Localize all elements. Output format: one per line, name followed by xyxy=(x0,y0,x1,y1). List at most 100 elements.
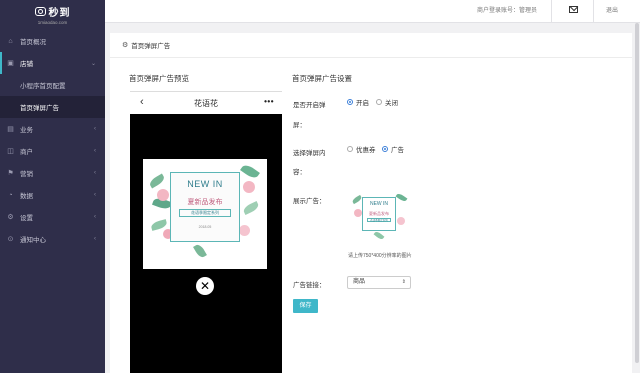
sidebar-item-label: 设置 xyxy=(20,215,33,222)
radio-dot[interactable] xyxy=(347,99,353,105)
topbar: 商户登录账号：管理员 退出 xyxy=(105,0,640,23)
chevron-left-icon: ‹ xyxy=(94,192,96,198)
scrollbar-thumb[interactable] xyxy=(635,23,639,363)
leaf-decoration xyxy=(193,242,207,260)
ad-upload-thumbnail[interactable]: NEW IN 夏新品发布 花语季限定系列 xyxy=(350,189,410,243)
marketing-icon: ⚑ xyxy=(7,169,14,177)
preview-title: 首页弹屏广告预览 xyxy=(129,74,189,83)
save-button[interactable]: 保存 xyxy=(293,299,318,313)
sidebar-subitem-popup-ad[interactable]: 首页弹屏广告 xyxy=(0,96,105,118)
radio-dot[interactable] xyxy=(347,146,353,152)
sidebar-item-label: 数据 xyxy=(20,193,33,200)
popup-content-label-cont: 容： xyxy=(293,169,306,176)
settings-icon: ⚙ xyxy=(7,213,14,221)
chevron-down-icon: ⌄ xyxy=(90,60,96,67)
ad-link-label: 广告链接： xyxy=(293,282,326,289)
leaf-decoration xyxy=(373,230,385,241)
leaf-decoration xyxy=(395,192,408,203)
chevron-left-icon: ‹ xyxy=(94,170,96,176)
sidebar: 秒到 1miaodao.com ⌂ 首页概况 ▣ 店铺 ⌄ 小程序首页配置 首页… xyxy=(0,0,105,373)
radio-dot[interactable] xyxy=(382,146,388,152)
thumbnail-title: 夏新品发布 xyxy=(369,211,389,216)
panel-title: 首页弹屏广告 xyxy=(131,43,171,50)
phone-screen: NEW IN 夏新品发布 花语季限定系列 2018.05 ✕ xyxy=(130,114,282,373)
chevron-left-icon: ‹ xyxy=(94,214,96,220)
chevron-left-icon: ‹ xyxy=(94,148,96,154)
popup-content-label: 选择弹屏内 xyxy=(293,150,326,157)
home-icon: ⌂ xyxy=(8,37,13,45)
panel-header: ⚙ 首页弹屏广告 xyxy=(110,33,632,58)
sidebar-item-label: 业务 xyxy=(20,127,33,134)
thumbnail-tag: 花语季限定系列 xyxy=(367,218,391,222)
sidebar-item-label: 店铺 xyxy=(20,61,33,68)
chevron-updown-icon: ⇕ xyxy=(401,279,406,285)
brand-mark-icon xyxy=(34,6,46,16)
close-icon[interactable]: ✕ xyxy=(196,277,214,295)
sidebar-subitem-miniapp-config[interactable]: 小程序首页配置 xyxy=(0,74,105,96)
ad-link-select[interactable]: 商品 ⇕ xyxy=(347,276,411,289)
chevron-left-icon: ‹ xyxy=(94,236,96,242)
settings-title: 首页弹屏广告设置 xyxy=(292,74,352,83)
brand-name: 秒到 xyxy=(48,7,71,19)
radio-enable[interactable]: 开启 xyxy=(347,97,369,107)
leaf-decoration xyxy=(351,194,363,205)
scrollbar[interactable] xyxy=(634,23,640,373)
store-icon: ▣ xyxy=(7,59,14,67)
radio-coupon[interactable]: 优惠券 xyxy=(347,144,376,154)
radio-label: 开启 xyxy=(356,100,369,107)
sidebar-item-label: 营销 xyxy=(20,171,33,178)
radio-label: 广告 xyxy=(391,147,404,154)
sidebar-item-business[interactable]: ▤ 业务 ‹ xyxy=(0,118,105,140)
sidebar-item-label: 首页概况 xyxy=(20,39,46,46)
chart-icon: ◔ xyxy=(8,191,13,199)
upload-hint: 请上传750*400分辨率的图片 xyxy=(348,253,412,259)
radio-disable[interactable]: 关闭 xyxy=(376,97,398,107)
merchant-icon: ◫ xyxy=(7,147,14,155)
popup-toggle-label-cont: 屏： xyxy=(293,122,306,129)
briefcase-icon: ▤ xyxy=(7,125,14,133)
sidebar-item-notifications[interactable]: ⊙ 通知中心 ‹ xyxy=(0,228,105,250)
ad-frame: NEW IN 夏新品发布 花语季限定系列 2018.05 xyxy=(170,172,240,242)
ad-title: 夏新品发布 xyxy=(187,198,223,206)
logout-link[interactable]: 退出 xyxy=(606,0,618,23)
sidebar-item-store[interactable]: ▣ 店铺 ⌄ xyxy=(0,52,105,74)
more-icon: ••• xyxy=(264,97,274,106)
flower-decoration xyxy=(397,217,405,225)
gear-icon: ⚙ xyxy=(122,42,129,49)
ad-tag: 花语季限定系列 xyxy=(179,209,231,217)
logo[interactable]: 秒到 1miaodao.com xyxy=(0,0,105,28)
phone-nav-bar: ‹ 花语花 ••• xyxy=(130,91,282,114)
user-account: 商户登录账号：管理员 xyxy=(476,8,537,14)
ad-date: 2018.05 xyxy=(198,225,212,229)
leaf-decoration xyxy=(148,173,166,189)
leaf-decoration xyxy=(242,200,260,216)
mail-icon[interactable] xyxy=(569,6,578,13)
thumbnail-headline: NEW IN xyxy=(369,201,389,207)
display-ad-label: 展示广告： xyxy=(293,198,326,205)
bell-icon: ⊙ xyxy=(7,235,14,243)
sidebar-item-marketing[interactable]: ⚑ 营销 ‹ xyxy=(0,162,105,184)
thumbnail-frame: NEW IN 夏新品发布 花语季限定系列 xyxy=(362,197,396,231)
flower-decoration xyxy=(354,209,362,217)
ad-headline: NEW IN xyxy=(187,179,223,189)
sidebar-item-overview[interactable]: ⌂ 首页概况 xyxy=(0,30,105,52)
divider xyxy=(551,0,552,23)
main-panel: ⚙ 首页弹屏广告 首页弹屏广告预览 首页弹屏广告设置 ‹ 花语花 ••• NEW… xyxy=(110,33,632,373)
radio-label: 关闭 xyxy=(385,100,398,107)
sidebar-item-data[interactable]: ◔ 数据 ‹ xyxy=(0,184,105,206)
leaf-decoration xyxy=(240,162,260,181)
sidebar-item-merchant[interactable]: ◫ 商户 ‹ xyxy=(0,140,105,162)
select-value: 商品 xyxy=(353,279,366,285)
phone-title: 花语花 xyxy=(194,98,218,108)
popup-ad-image: NEW IN 夏新品发布 花语季限定系列 2018.05 xyxy=(143,159,267,269)
chevron-left-icon: ‹ xyxy=(94,126,96,132)
sidebar-item-settings[interactable]: ⚙ 设置 ‹ xyxy=(0,206,105,228)
radio-ad[interactable]: 广告 xyxy=(382,144,404,154)
radio-dot[interactable] xyxy=(376,99,382,105)
brand-domain: 1miaodao.com xyxy=(37,19,68,25)
popup-toggle-label: 是否开启弹 xyxy=(293,102,326,109)
sidebar-item-label: 商户 xyxy=(20,149,33,156)
flower-decoration xyxy=(243,181,255,193)
flower-decoration xyxy=(239,225,250,236)
radio-label: 优惠券 xyxy=(356,147,376,154)
